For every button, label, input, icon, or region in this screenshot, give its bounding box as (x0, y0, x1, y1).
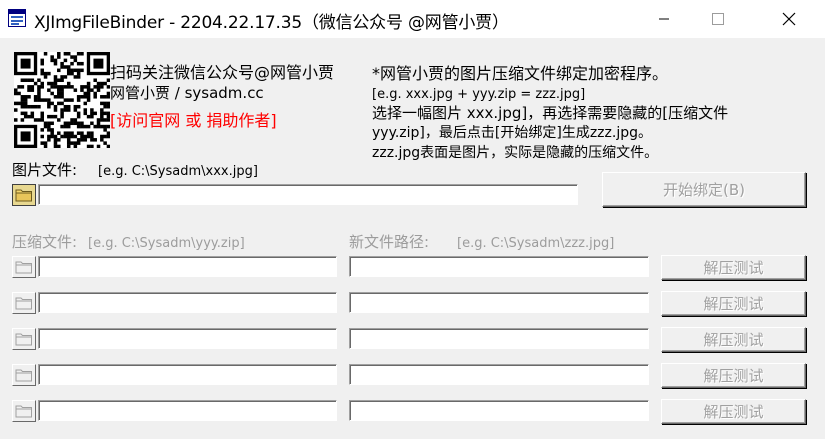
promo-line-1: 扫码关注微信公众号@网管小贾 (110, 63, 335, 82)
archive-file-input[interactable] (38, 256, 337, 277)
website-donate-link[interactable]: [访问官网 或 捐助作者] (110, 112, 277, 130)
new-path-hint: [e.g. C:\Sysadm\zzz.jpg] (457, 236, 615, 251)
image-file-input[interactable] (38, 184, 578, 205)
description-line-4: yyy.zip]，最后点击[开始绑定]生成zzz.jpg。 (372, 125, 652, 141)
description-line-1: *网管小贾的图片压缩文件绑定加密程序。 (372, 64, 669, 83)
folder-icon (15, 405, 32, 418)
description-line-5: zzz.jpg表面是图片，实际是隐藏的压缩文件。 (372, 145, 659, 161)
minimize-icon (659, 18, 669, 20)
folder-icon (15, 369, 32, 382)
title-bar[interactable]: XJImgFileBinder - 2204.22.17.35（微信公众号 @网… (0, 0, 825, 38)
start-bind-button[interactable]: 开始绑定(B) (602, 172, 806, 207)
extract-test-button[interactable]: 解压测试 (661, 363, 806, 388)
promo-line-2: 网管小贾 / sysadm.cc (110, 84, 264, 102)
extract-test-button[interactable]: 解压测试 (661, 327, 806, 352)
browse-archive-button[interactable] (12, 256, 36, 278)
folder-icon (15, 333, 32, 346)
archive-file-input[interactable] (38, 292, 337, 313)
browse-image-button[interactable] (12, 184, 36, 206)
browse-archive-button[interactable] (12, 328, 36, 350)
extract-test-button[interactable]: 解压测试 (661, 255, 806, 280)
window-title: XJImgFileBinder - 2204.22.17.35（微信公众号 @网… (34, 13, 509, 33)
close-button[interactable] (766, 0, 812, 38)
archive-file-input[interactable] (38, 400, 337, 421)
folder-icon (15, 189, 32, 202)
archive-file-hint: [e.g. C:\Sysadm\yyy.zip] (88, 236, 245, 251)
new-path-label: 新文件路径: (349, 233, 430, 251)
new-path-input[interactable] (349, 364, 649, 385)
qr-code-image (14, 52, 111, 149)
browse-archive-button[interactable] (12, 292, 36, 314)
image-file-label: 图片文件: (12, 161, 78, 179)
description-line-2: [e.g. xxx.jpg + yyy.zip = zzz.jpg] (372, 87, 586, 102)
close-icon (782, 12, 796, 26)
new-path-input[interactable] (349, 256, 649, 277)
new-path-input[interactable] (349, 400, 649, 421)
archive-file-input[interactable] (38, 364, 337, 385)
image-file-hint: [e.g. C:\Sysadm\xxx.jpg] (98, 164, 258, 179)
folder-icon (15, 261, 32, 274)
new-path-input[interactable] (349, 328, 649, 349)
browse-archive-button[interactable] (12, 364, 36, 386)
browse-archive-button[interactable] (12, 400, 36, 422)
folder-icon (15, 297, 32, 310)
extract-test-button[interactable]: 解压测试 (661, 291, 806, 316)
new-path-input[interactable] (349, 292, 649, 313)
extract-test-button[interactable]: 解压测试 (661, 399, 806, 424)
app-icon (8, 9, 26, 27)
archive-file-label: 压缩文件: (12, 233, 78, 251)
archive-file-input[interactable] (38, 328, 337, 349)
maximize-icon (712, 13, 724, 25)
minimize-button[interactable] (641, 0, 687, 38)
maximize-button[interactable] (695, 0, 741, 38)
description-line-3: 选择一幅图片 xxx.jpg]，再选择需要隐藏的[压缩文件 (372, 104, 729, 122)
